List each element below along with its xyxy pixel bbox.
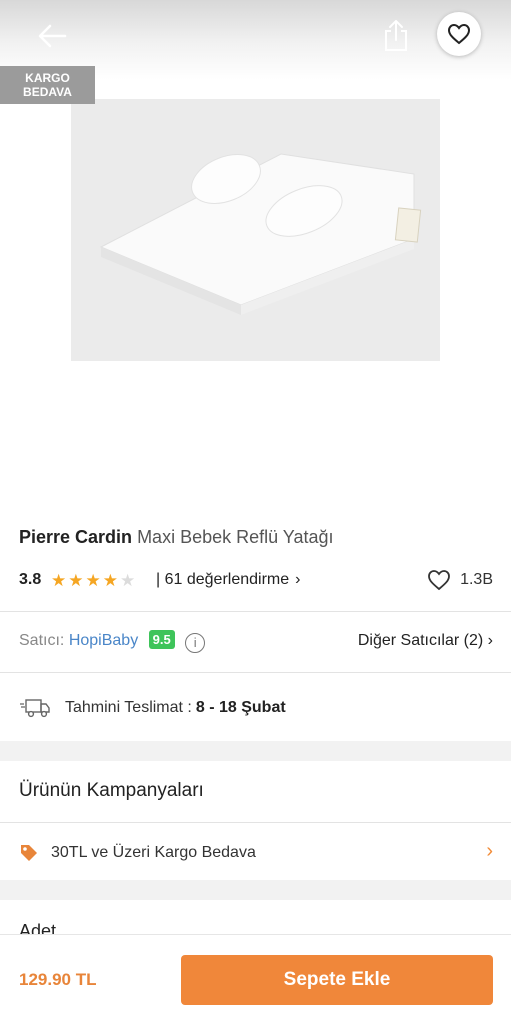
other-sellers-label: Diğer Satıcılar (2) xyxy=(357,632,484,649)
price: 129.90 TL xyxy=(19,970,97,989)
delivery-range: 8 - 18 Şubat xyxy=(195,699,286,716)
seller-label: Satıcı: xyxy=(19,632,65,649)
divider xyxy=(0,822,511,823)
rating-stars: ★★★★★ xyxy=(51,571,137,591)
section-gap xyxy=(0,880,511,900)
divider xyxy=(0,672,511,673)
product-name: Maxi Bebek Reflü Yatağı xyxy=(137,527,334,547)
product-brand[interactable]: Pierre Cardin xyxy=(19,527,132,547)
bottom-bar: 129.90 TL Sepete Ekle xyxy=(0,934,511,1024)
seller-score-badge: 9.5 xyxy=(148,630,175,649)
campaigns-title: Ürünün Kampanyaları xyxy=(19,780,204,801)
rating-row: 3.8 ★★★★★ | 61 değerlendirme › 1.3B xyxy=(19,569,493,593)
mattress-illustration xyxy=(71,99,440,361)
chevron-right-icon: › xyxy=(487,632,493,649)
likes-button[interactable]: 1.3B xyxy=(426,569,493,591)
heart-icon xyxy=(447,23,471,45)
delivery-truck-icon xyxy=(20,699,50,718)
heart-outline-icon xyxy=(428,570,450,591)
badge-line-1: KARGO xyxy=(25,71,70,85)
arrow-left-icon xyxy=(38,24,67,48)
divider xyxy=(0,611,511,612)
favorite-button[interactable] xyxy=(437,12,481,56)
section-gap xyxy=(0,741,511,761)
delivery-label: Tahmini Teslimat : xyxy=(65,699,192,716)
seller-row: Satıcı: HopiBaby 9.5 i Diğer Satıcılar (… xyxy=(19,630,493,656)
add-to-cart-button[interactable]: Sepete Ekle xyxy=(181,955,493,1005)
share-icon xyxy=(385,20,407,51)
other-sellers-link[interactable]: Diğer Satıcılar (2) › xyxy=(358,632,493,650)
chevron-right-icon: › xyxy=(295,571,301,588)
campaign-item[interactable]: 30TL ve Üzeri Kargo Bedava › xyxy=(19,840,493,866)
reviews-count: | 61 değerlendirme xyxy=(156,571,290,588)
share-button[interactable] xyxy=(381,18,411,52)
reviews-link[interactable]: | 61 değerlendirme › xyxy=(156,571,300,589)
product-title: Pierre Cardin Maxi Bebek Reflü Yatağı xyxy=(19,527,334,548)
free-shipping-badge: KARGO BEDAVA xyxy=(0,66,95,104)
campaign-item-label: 30TL ve Üzeri Kargo Bedava xyxy=(51,844,256,861)
likes-count: 1.3B xyxy=(460,571,493,588)
star-icon: ★ xyxy=(68,571,86,590)
rating-value: 3.8 xyxy=(19,571,42,588)
seller-name-link[interactable]: HopiBaby xyxy=(69,632,138,649)
back-button[interactable] xyxy=(36,22,68,50)
chevron-right-icon: › xyxy=(486,840,493,862)
badge-line-2: BEDAVA xyxy=(23,85,72,99)
star-empty-icon: ★ xyxy=(120,571,138,590)
info-icon[interactable]: i xyxy=(185,633,206,653)
star-icon: ★ xyxy=(102,571,120,590)
delivery-row: Tahmini Teslimat : 8 - 18 Şubat xyxy=(19,695,493,721)
star-icon: ★ xyxy=(51,571,69,590)
product-image[interactable] xyxy=(71,99,440,361)
tag-icon xyxy=(21,845,37,861)
star-icon: ★ xyxy=(85,571,103,590)
